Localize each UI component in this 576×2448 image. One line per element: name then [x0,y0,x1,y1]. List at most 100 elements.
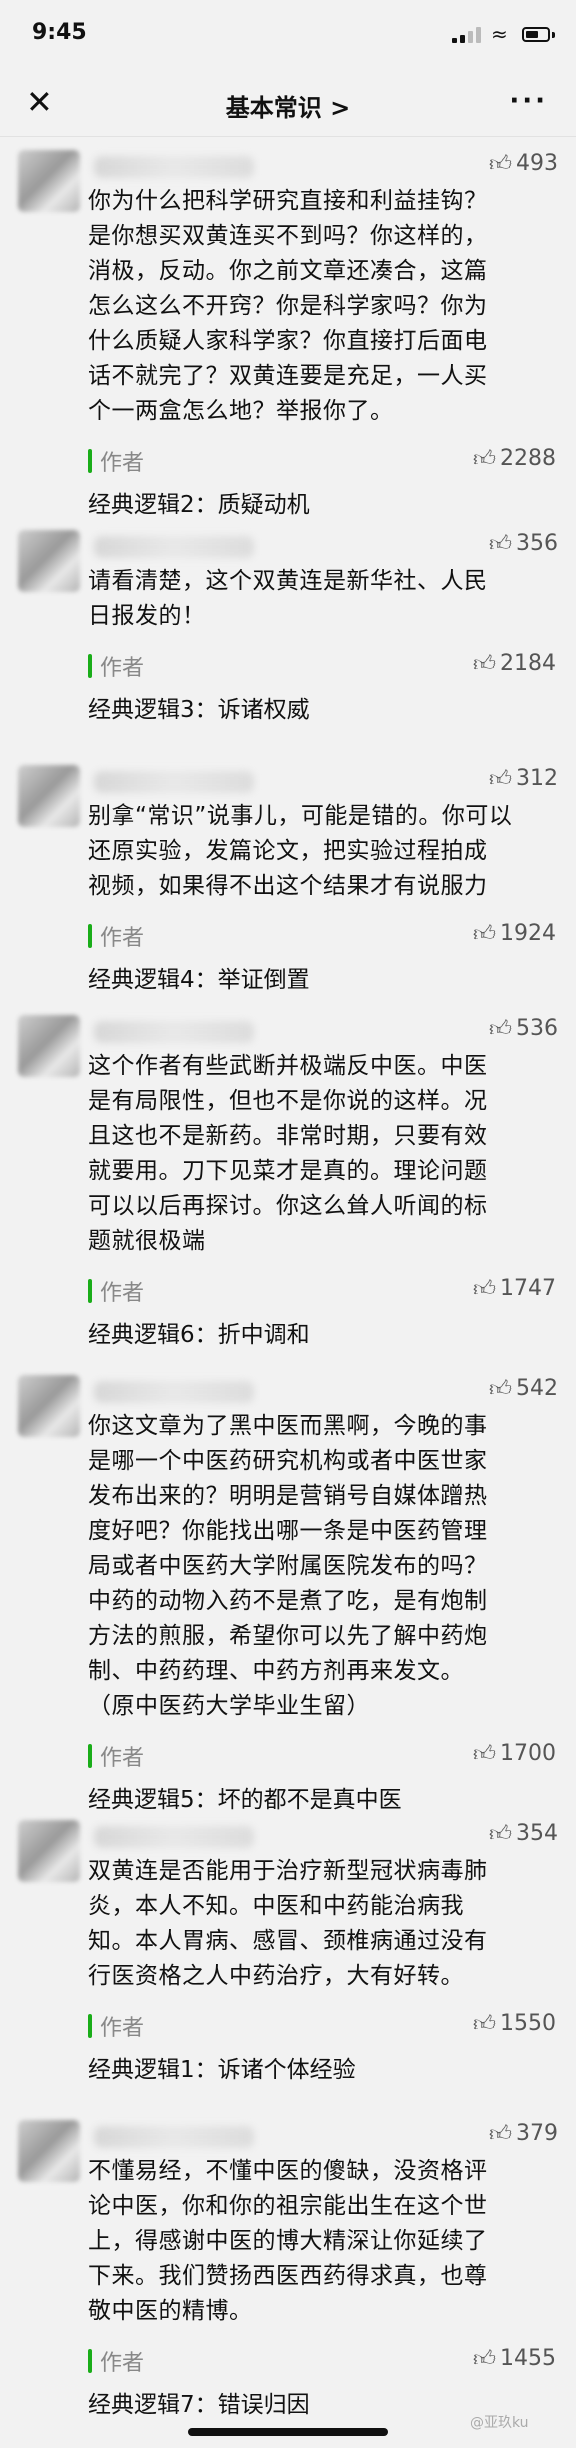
thumbs-up-icon: 👍︎ [489,532,512,557]
like-button[interactable]: 👍︎ 536 [489,1015,558,1042]
reply-like-button[interactable]: 👍︎ 2184 [473,650,556,677]
like-count: 356 [516,531,558,556]
like-count: 312 [516,766,558,791]
comment-line: 不懂易经，不懂中医的傻缺，没资格评 [88,2158,488,2184]
comment-line: 你这文章为了黑中医而黑啊，今晚的事 [88,1413,488,1439]
reply-like-count: 2288 [500,446,556,471]
reply-like-button[interactable]: 👍︎ 1550 [473,2010,556,2037]
reply-text: 经典逻辑4：举证倒置 [88,967,310,993]
comment-line: 下来。我们赞扬西医西药得求真，也尊 [88,2263,488,2289]
comment-line: 个一两盒怎么地？举报你了。 [88,398,394,424]
comment-text: 这个作者有些武断并极端反中医。中医 是有局限性，但也不是你说的这样。况 且这也不是新… [88,1049,552,1259]
avatar[interactable] [18,2120,80,2182]
comment-line: 还原实验，发篇论文，把实验过程拍成 [88,838,488,864]
comment-line: 什么质疑人家科学家？你直接打后面电 [88,328,488,354]
page-title[interactable]: 基本常识 > [0,88,576,123]
username-blurred [94,536,254,558]
like-count: 493 [516,151,558,176]
comment-line: 可以以后再探讨。你这么耸人听闻的标 [88,1193,488,1219]
comment-line: 怎么这么不开窍？你是科学家吗？你为 [88,293,488,319]
comment-line: 请看清楚，这个双黄连是新华社、人民 [88,568,488,594]
wifi-icon: ≈ [491,22,508,46]
thumbs-up-icon: 👍︎ [489,1377,512,1402]
comment-line: 炎，本人不知。中医和中药能治病我 [88,1893,464,1919]
like-button[interactable]: 👍︎ 493 [489,150,558,177]
avatar[interactable] [18,1820,80,1882]
reply-like-count: 2184 [500,651,556,676]
author-reply-bar [88,654,92,678]
reply-text: 经典逻辑5：坏的都不是真中医 [88,1787,402,1813]
reply-text: 经典逻辑3：诉诸权威 [88,697,310,723]
thumbs-up-icon: 👍︎ [473,922,496,947]
comment-line: 题就很极端 [88,1228,206,1254]
cellular-signal-icon [452,27,482,43]
author-reply-bar [88,924,92,948]
like-count: 354 [516,1821,558,1846]
avatar[interactable] [18,1015,80,1077]
comment-line: 制、中药药理、中药方剂再来发文。 [88,1658,464,1684]
author-label: 作者 [100,2351,145,2376]
comment-line: 别拿“常识”说事儿，可能是错的。你可以 [88,803,513,829]
reply-like-count: 1455 [500,2346,556,2371]
comment-line: 行医资格之人中药治疗，大有好转。 [88,1963,464,1989]
author-label: 作者 [100,2016,145,2041]
home-indicator[interactable] [188,2428,388,2436]
author-reply-bar [88,2349,92,2373]
navigation-bar: ✕ 基本常识 > ··· [0,70,576,137]
thumbs-up-icon: 👍︎ [489,152,512,177]
thumbs-up-icon: 👍︎ [473,1277,496,1302]
comment-text: 你这文章为了黑中医而黑啊，今晚的事 是哪一个中医药研究机构或者中医世家 发布出来的？… [88,1409,552,1724]
like-count: 536 [516,1016,558,1041]
comment-text: 别拿“常识”说事儿，可能是错的。你可以 还原实验，发篇论文，把实验过程拍成 视频，如… [88,799,552,904]
reply-like-button[interactable]: 👍︎ 1700 [473,1740,556,1767]
more-options-icon[interactable]: ··· [509,88,548,114]
comment-line: 是哪一个中医药研究机构或者中医世家 [88,1448,488,1474]
comment-line: 且这也不是新药。非常时期，只要有效 [88,1123,488,1149]
reply-like-count: 1700 [500,1741,556,1766]
author-label: 作者 [100,656,145,681]
comment-text: 你为什么把科学研究直接和利益挂钩？ 是你想买双黄连买不到吗？你这样的， 消极，反动。… [88,184,552,429]
like-button[interactable]: 👍︎ 354 [489,1820,558,1847]
username-blurred [94,1021,254,1043]
reply-like-count: 1747 [500,1276,556,1301]
reply-like-button[interactable]: 👍︎ 1455 [473,2345,556,2372]
comment-line: 话不就完了？双黄连要是充足，一人买 [88,363,488,389]
reply-like-button[interactable]: 👍︎ 1924 [473,920,556,947]
comment-line: 视频，如果得不出这个结果才有说服力 [88,873,488,899]
author-reply-bar [88,1744,92,1768]
comment-text: 双黄连是否能用于治疗新型冠状病毒肺 炎，本人不知。中医和中药能治病我 知。本人胃病、… [88,1854,552,1994]
author-reply-bar [88,1279,92,1303]
reply-text: 经典逻辑6：折中调和 [88,1322,310,1348]
username-blurred [94,771,254,793]
username-blurred [94,1381,254,1403]
author-reply-bar [88,2014,92,2038]
thumbs-up-icon: 👍︎ [489,1017,512,1042]
reply-like-button[interactable]: 👍︎ 2288 [473,445,556,472]
like-button[interactable]: 👍︎ 356 [489,530,558,557]
thumbs-up-icon: 👍︎ [473,652,496,677]
reply-like-button[interactable]: 👍︎ 1747 [473,1275,556,1302]
like-button[interactable]: 👍︎ 312 [489,765,558,792]
comment-line: 就要用。刀下见菜才是真的。理论问题 [88,1158,488,1184]
reply-text: 经典逻辑7：错误归因 [88,2392,310,2418]
avatar[interactable] [18,1375,80,1437]
reply-like-count: 1550 [500,2011,556,2036]
comment-line: 你为什么把科学研究直接和利益挂钩？ [88,188,488,214]
battery-cap [552,32,555,38]
comment-line: 是你想买双黄连买不到吗？你这样的， [88,223,488,249]
comment-line: 知。本人胃病、感冒、颈椎病通过没有 [88,1928,488,1954]
comment-line: 双黄连是否能用于治疗新型冠状病毒肺 [88,1858,488,1884]
like-button[interactable]: 👍︎ 379 [489,2120,558,2147]
avatar[interactable] [18,150,80,212]
battery-icon [522,27,550,42]
thumbs-up-icon: 👍︎ [473,447,496,472]
like-button[interactable]: 👍︎ 542 [489,1375,558,1402]
comment-line: 论中医，你和你的祖宗能出生在这个世 [88,2193,488,2219]
username-blurred [94,2126,254,2148]
thumbs-up-icon: 👍︎ [473,1742,496,1767]
author-reply-bar [88,449,92,473]
avatar[interactable] [18,530,80,592]
comment-line: 敬中医的精博。 [88,2298,253,2324]
avatar[interactable] [18,765,80,827]
author-label: 作者 [100,926,145,951]
